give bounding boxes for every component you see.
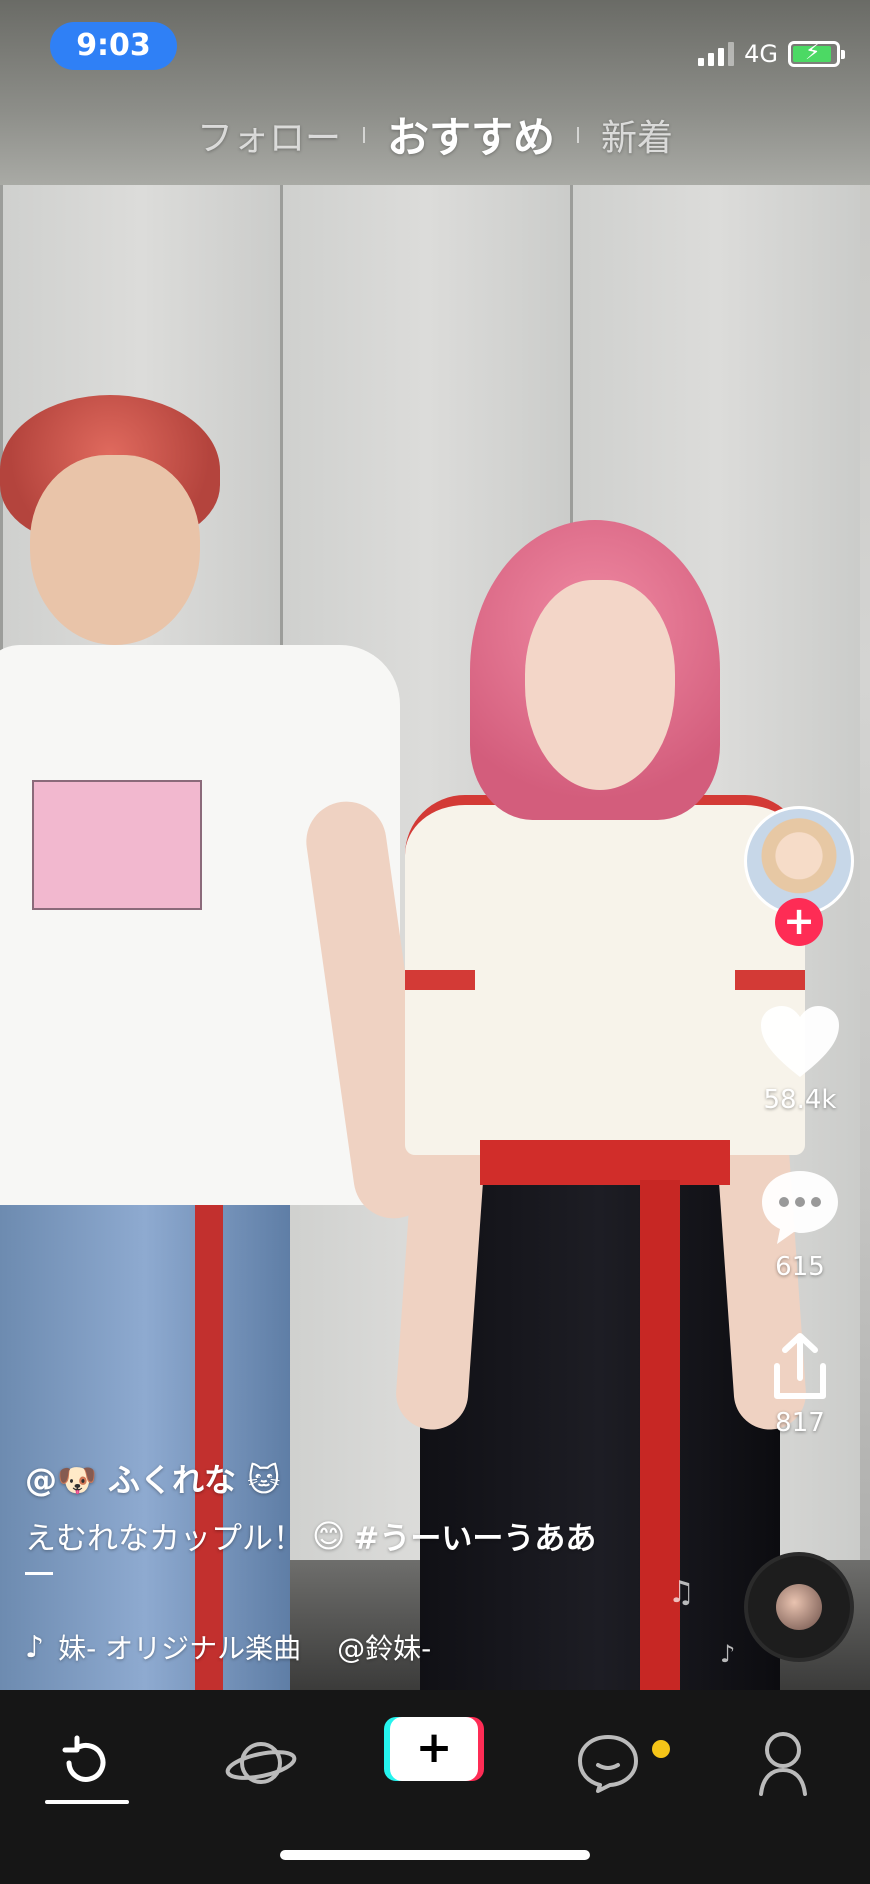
music-info[interactable]: ♪ 妹- オリジナル楽曲 @鈴妹- (25, 1627, 431, 1667)
status-time: 9:03 (50, 22, 177, 70)
nav-active-indicator (45, 1800, 129, 1804)
person-right-belt-tail (640, 1180, 680, 1690)
person-right-belt (480, 1140, 730, 1185)
tab-following[interactable]: フォロー (197, 109, 341, 161)
music-track: 妹- オリジナル楽曲 (58, 1632, 302, 1665)
nav-discover[interactable] (216, 1718, 306, 1808)
tiktok-note-icon: ♪ (25, 1629, 45, 1665)
like-count: 58.4k (763, 1085, 837, 1115)
status-indicators: 4G ⚡ (698, 34, 845, 74)
description-text: えむれなカップル！ (25, 1521, 304, 1557)
person-right-sleeve (405, 970, 475, 990)
video-description: えむれなカップル！ 😊 #うーいーうああ (25, 1513, 665, 1558)
comment-count: 615 (775, 1252, 825, 1282)
feed-tabs: フォロー おすすめ 新着 (0, 104, 870, 165)
refresh-home-icon (62, 1735, 106, 1782)
video-player[interactable] (0, 0, 870, 1690)
hashtag-link[interactable]: #うーいーうああ (353, 1513, 596, 1558)
tab-new[interactable]: 新着 (601, 109, 673, 161)
create-plus-icon: + (390, 1717, 478, 1781)
inbox-icon (578, 1735, 638, 1793)
heart-icon (761, 1006, 839, 1077)
tab-for-you[interactable]: おすすめ (387, 104, 555, 165)
person-left-shirt-print (32, 780, 202, 910)
nav-profile[interactable] (738, 1718, 828, 1808)
floating-note-icon: ♫ (668, 1575, 695, 1610)
caption-divider (25, 1572, 53, 1575)
home-indicator[interactable] (280, 1850, 590, 1860)
create-button[interactable]: + (384, 1717, 484, 1781)
music-artist: @鈴妹- (337, 1632, 432, 1665)
inbox-notification-dot (652, 1740, 670, 1758)
share-button[interactable]: 817 (755, 1332, 845, 1438)
comment-button[interactable]: 615 (755, 1168, 845, 1282)
share-icon (774, 1333, 826, 1399)
follow-plus-icon[interactable]: + (775, 898, 823, 946)
like-button[interactable]: 58.4k (755, 1005, 845, 1115)
floating-note-icon: ♪ (720, 1640, 736, 1668)
profile-icon (759, 1732, 807, 1796)
creator-username[interactable]: @🐶 ふくれな 🐱 (25, 1455, 665, 1501)
video-caption: @🐶 ふくれな 🐱 えむれなカップル！ 😊 #うーいーうああ (25, 1455, 665, 1575)
signal-icon (698, 42, 735, 66)
network-type: 4G (744, 40, 778, 68)
bottom-navigation: + (0, 1690, 870, 1884)
nav-home[interactable] (40, 1718, 130, 1808)
comment-icon (762, 1171, 838, 1244)
battery-icon: ⚡ (788, 40, 845, 67)
planet-icon (225, 1742, 297, 1784)
tab-divider (362, 126, 365, 143)
person-right-face (525, 580, 675, 790)
nav-inbox[interactable] (563, 1718, 653, 1808)
smile-emoji: 😊 (312, 1516, 346, 1555)
person-left-face (30, 455, 200, 645)
tab-divider (577, 126, 579, 143)
person-left-belt (195, 1190, 223, 1690)
person-left-jeans (0, 1180, 290, 1690)
music-disc[interactable] (744, 1552, 854, 1662)
share-count: 817 (775, 1408, 825, 1438)
person-right-sleeve (735, 970, 805, 990)
